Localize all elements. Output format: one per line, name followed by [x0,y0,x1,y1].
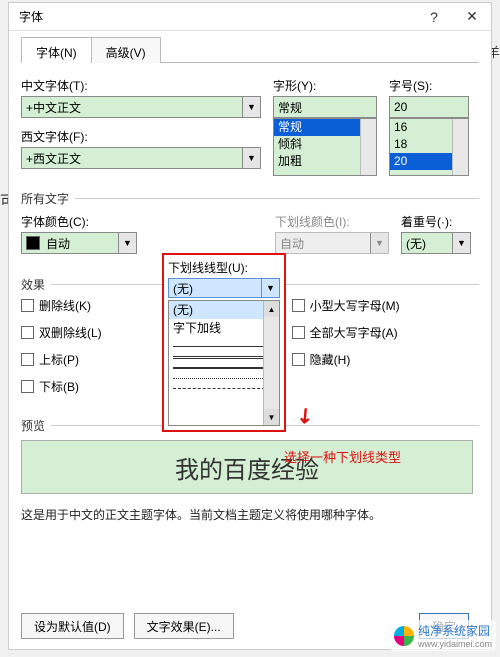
underline-style-dropdown[interactable]: (无) 字下加线 ▲ ▼ [168,300,280,426]
color-swatch [26,236,40,250]
all-font-label: 所有文字 [21,190,73,207]
font-color-combo[interactable]: 自动 ▼ [21,232,137,254]
underline-style-zone: 下划线线型(U): (无) ▼ (无) 字下加线 ▲ ▼ [162,253,286,432]
chevron-down-icon: ▼ [242,97,260,117]
style-label: 字形(Y): [273,77,377,94]
underline-option-single[interactable] [173,346,275,347]
tab-advanced[interactable]: 高级(V) [91,37,161,63]
close-button[interactable]: ✕ [453,3,491,31]
underline-option-double[interactable] [173,356,275,359]
check-label: 上标(P) [39,351,79,368]
underline-option-dash[interactable] [173,388,275,389]
chevron-down-icon: ▼ [370,233,388,253]
check-subscript[interactable]: 下标(B) [21,378,102,395]
emphasis-combo[interactable]: (无) ▼ [401,232,471,254]
text-effects-button[interactable]: 文字效果(E)... [134,613,234,639]
underline-color-label: 下划线颜色(I): [275,213,389,230]
scroll-down-icon[interactable]: ▼ [264,409,279,425]
check-label: 隐藏(H) [310,351,351,368]
latin-font-label: 西文字体(F): [21,128,261,145]
help-button[interactable]: ? [415,3,453,31]
font-dialog: 字体 ? ✕ 字体(N) 高级(V) 中文字体(T): +中文正文 ▼ 西文字体… [8,2,492,650]
emphasis-label: 着重号(·): [401,213,471,230]
cn-font-label: 中文字体(T): [21,77,261,94]
set-default-button[interactable]: 设为默认值(D) [21,613,124,639]
watermark-logo-icon [394,626,414,646]
size-input[interactable]: 20 [389,96,469,118]
check-superscript[interactable]: 上标(P) [21,351,102,368]
button-label: 文字效果(E)... [147,618,221,635]
check-allcaps[interactable]: 全部大写字母(A) [292,324,400,341]
font-color-label: 字体颜色(C): [21,213,137,230]
watermark-url: www.yidaimei.com [418,639,492,649]
size-label: 字号(S): [389,77,469,94]
check-hidden[interactable]: 隐藏(H) [292,351,400,368]
preview-box: 我的百度经验 [21,440,473,494]
check-label: 下标(B) [39,378,79,395]
watermark: 纯净系统家园 www.yidaimei.com [390,620,496,651]
style-value: 常规 [278,99,376,116]
titlebar: 字体 ? ✕ [9,3,491,31]
scroll-up-icon[interactable]: ▲ [264,301,279,317]
underline-option-thick[interactable] [173,367,275,369]
chevron-down-icon: ▼ [118,233,136,253]
chevron-down-icon: ▼ [261,279,279,297]
underline-color-combo: 自动 ▼ [275,232,389,254]
style-input[interactable]: 常规 [273,96,377,118]
size-listbox[interactable]: 16 18 20 [389,118,469,176]
tab-advanced-label: 高级(V) [106,44,146,61]
check-label: 双删除线(L) [39,324,102,341]
latin-font-combo[interactable]: +西文正文 ▼ [21,147,261,169]
check-label: 删除线(K) [39,297,91,314]
scrollbar[interactable]: ▲ ▼ [263,301,279,425]
chevron-down-icon: ▼ [242,148,260,168]
hint-text: 这是用于中文的正文主题字体。当前文档主题定义将使用哪种字体。 [21,506,479,523]
underline-style-value: (无) [173,280,261,297]
size-value: 20 [394,100,468,114]
tab-font-label: 字体(N) [36,44,77,61]
annotation-text: 选择一种下划线类型 [284,447,401,466]
underline-style-label: 下划线线型(U): [168,259,284,276]
tab-font[interactable]: 字体(N) [21,37,92,63]
check-label: 小型大写字母(M) [310,297,400,314]
emphasis-value: (无) [406,235,452,252]
watermark-text: 纯净系统家园 [418,624,490,638]
font-color-value: 自动 [46,235,118,252]
style-listbox[interactable]: 常规 倾斜 加粗 [273,118,377,176]
cn-font-value: +中文正文 [26,99,242,116]
window-title: 字体 [19,8,415,25]
preview-label: 预览 [21,417,49,434]
underline-color-value: 自动 [280,235,370,252]
scrollbar[interactable] [452,119,468,175]
check-strike[interactable]: 删除线(K) [21,297,102,314]
chevron-down-icon: ▼ [452,233,470,253]
button-label: 设为默认值(D) [34,618,111,635]
scrollbar[interactable] [360,119,376,175]
tabstrip: 字体(N) 高级(V) [21,37,479,63]
check-doublestrike[interactable]: 双删除线(L) [21,324,102,341]
check-smallcaps[interactable]: 小型大写字母(M) [292,297,400,314]
underline-option-dotted[interactable] [173,378,275,379]
check-label: 全部大写字母(A) [310,324,398,341]
cn-font-combo[interactable]: +中文正文 ▼ [21,96,261,118]
latin-font-value: +西文正文 [26,150,242,167]
effects-label: 效果 [21,276,49,293]
underline-style-combo[interactable]: (无) ▼ [168,278,280,298]
